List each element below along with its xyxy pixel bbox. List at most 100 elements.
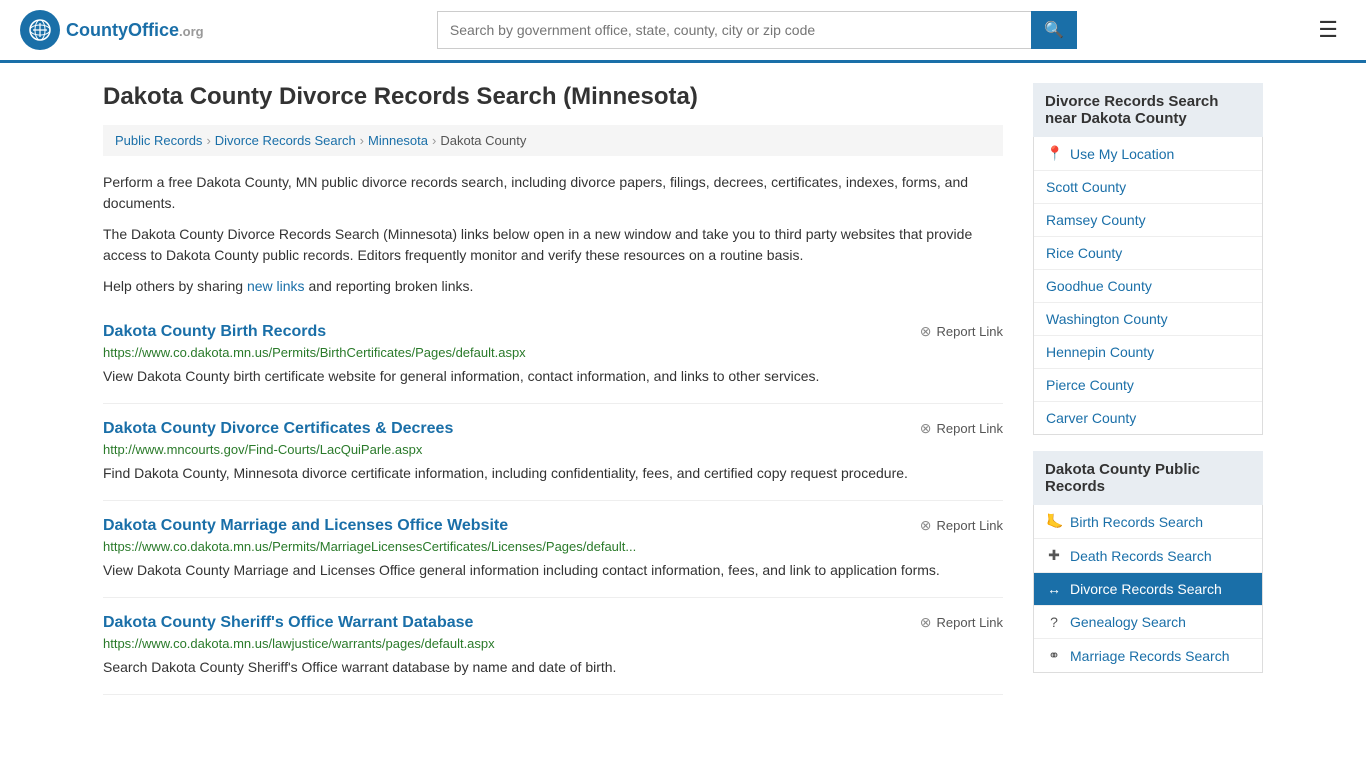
report-icon: ⊗ (920, 614, 932, 631)
result-desc: View Dakota County birth certificate web… (103, 366, 1003, 387)
rice-county-link[interactable]: Rice County (1034, 237, 1262, 269)
public-record-icon: ↔ (1046, 581, 1062, 597)
sidebar: Divorce Records Search near Dakota Count… (1033, 83, 1263, 695)
goodhue-county-link[interactable]: Goodhue County (1034, 270, 1262, 302)
result-url: https://www.co.dakota.mn.us/Permits/Birt… (103, 345, 1003, 360)
result-header: Dakota County Divorce Certificates & Dec… (103, 420, 1003, 438)
report-icon: ⊗ (920, 323, 932, 340)
result-title[interactable]: Dakota County Divorce Certificates & Dec… (103, 420, 453, 438)
goodhue-county-label: Goodhue County (1046, 278, 1152, 294)
result-card: Dakota County Sheriff's Office Warrant D… (103, 598, 1003, 695)
carver-county-label: Carver County (1046, 410, 1136, 426)
public-record-item[interactable]: ⚭Marriage Records Search (1034, 639, 1262, 672)
public-record-link[interactable]: ✚ Death Records Search (1034, 539, 1262, 572)
pierce-county-link[interactable]: Pierce County (1034, 369, 1262, 401)
breadcrumb-divorce-records[interactable]: Divorce Records Search (215, 133, 356, 148)
main-container: Dakota County Divorce Records Search (Mi… (83, 63, 1283, 715)
scott-county-item[interactable]: Scott County (1034, 171, 1262, 204)
public-record-label: Death Records Search (1070, 548, 1212, 564)
public-record-label: Genealogy Search (1070, 614, 1186, 630)
public-record-link[interactable]: ⚭Marriage Records Search (1034, 639, 1262, 672)
result-title[interactable]: Dakota County Birth Records (103, 323, 326, 341)
public-record-item[interactable]: ↔ Divorce Records Search (1034, 573, 1262, 606)
public-record-item[interactable]: ?Genealogy Search (1034, 606, 1262, 639)
search-input[interactable] (437, 11, 1031, 49)
search-button[interactable]: 🔍 (1031, 11, 1077, 49)
public-record-icon: ⚭ (1046, 647, 1062, 664)
use-my-location-link[interactable]: 📍 Use My Location (1034, 137, 1262, 170)
goodhue-county-item[interactable]: Goodhue County (1034, 270, 1262, 303)
public-record-item[interactable]: ✚ Death Records Search (1034, 539, 1262, 573)
description-1: Perform a free Dakota County, MN public … (103, 172, 1003, 214)
ramsey-county-item[interactable]: Ramsey County (1034, 204, 1262, 237)
result-header: Dakota County Marriage and Licenses Offi… (103, 517, 1003, 535)
public-record-label: Birth Records Search (1070, 514, 1203, 530)
public-record-icon: ✚ (1046, 547, 1062, 564)
report-icon: ⊗ (920, 517, 932, 534)
breadcrumb-public-records[interactable]: Public Records (115, 133, 202, 148)
use-my-location-item[interactable]: 📍 Use My Location (1034, 137, 1262, 171)
public-record-link[interactable]: ?Genealogy Search (1034, 606, 1262, 638)
description-3: Help others by sharing new links and rep… (103, 276, 1003, 297)
ramsey-county-label: Ramsey County (1046, 212, 1146, 228)
washington-county-label: Washington County (1046, 311, 1168, 327)
public-records-header: Dakota County Public Records (1033, 451, 1263, 505)
report-link-label: Report Link (937, 518, 1003, 533)
hennepin-county-link[interactable]: Hennepin County (1034, 336, 1262, 368)
search-area: 🔍 (437, 11, 1077, 49)
result-header: Dakota County Sheriff's Office Warrant D… (103, 614, 1003, 632)
result-url: http://www.mncourts.gov/Find-Courts/LacQ… (103, 442, 1003, 457)
report-link-button[interactable]: ⊗ Report Link (920, 517, 1003, 534)
public-record-link[interactable]: ↔ Divorce Records Search (1034, 573, 1262, 605)
public-record-icon: 🦶 (1046, 513, 1062, 530)
breadcrumb-minnesota[interactable]: Minnesota (368, 133, 428, 148)
scott-county-link[interactable]: Scott County (1034, 171, 1262, 203)
result-desc: Search Dakota County Sheriff's Office wa… (103, 657, 1003, 678)
scott-county-label: Scott County (1046, 179, 1126, 195)
logo-area: CountyOffice.org (20, 10, 204, 50)
logo-text: CountyOffice.org (66, 20, 204, 41)
pierce-county-label: Pierce County (1046, 377, 1134, 393)
washington-county-item[interactable]: Washington County (1034, 303, 1262, 336)
result-desc: Find Dakota County, Minnesota divorce ce… (103, 463, 1003, 484)
report-link-button[interactable]: ⊗ Report Link (920, 614, 1003, 631)
rice-county-label: Rice County (1046, 245, 1122, 261)
public-records-list: 🦶 Birth Records Search ✚ Death Records Sear… (1033, 505, 1263, 673)
carver-county-link[interactable]: Carver County (1034, 402, 1262, 434)
public-record-label: Divorce Records Search (1070, 581, 1222, 597)
nearby-list: 📍 Use My Location Scott County Ramsey Co… (1033, 137, 1263, 435)
washington-county-link[interactable]: Washington County (1034, 303, 1262, 335)
description-2: The Dakota County Divorce Records Search… (103, 224, 1003, 266)
breadcrumb: Public Records › Divorce Records Search … (103, 125, 1003, 156)
rice-county-item[interactable]: Rice County (1034, 237, 1262, 270)
result-card: Dakota County Birth Records ⊗ Report Lin… (103, 307, 1003, 404)
result-card: Dakota County Marriage and Licenses Offi… (103, 501, 1003, 598)
public-records-section: Dakota County Public Records 🦶 Birth Reco… (1033, 451, 1263, 673)
result-title[interactable]: Dakota County Marriage and Licenses Offi… (103, 517, 508, 535)
content-area: Dakota County Divorce Records Search (Mi… (103, 83, 1003, 695)
hennepin-county-item[interactable]: Hennepin County (1034, 336, 1262, 369)
pierce-county-item[interactable]: Pierce County (1034, 369, 1262, 402)
public-record-link[interactable]: 🦶 Birth Records Search (1034, 505, 1262, 538)
ramsey-county-link[interactable]: Ramsey County (1034, 204, 1262, 236)
result-card: Dakota County Divorce Certificates & Dec… (103, 404, 1003, 501)
carver-county-item[interactable]: Carver County (1034, 402, 1262, 434)
report-link-label: Report Link (937, 324, 1003, 339)
result-header: Dakota County Birth Records ⊗ Report Lin… (103, 323, 1003, 341)
use-my-location-label: Use My Location (1070, 146, 1174, 162)
results-container: Dakota County Birth Records ⊗ Report Lin… (103, 307, 1003, 695)
menu-button[interactable]: ☰ (1310, 13, 1346, 47)
report-link-label: Report Link (937, 615, 1003, 630)
result-url: https://www.co.dakota.mn.us/Permits/Marr… (103, 539, 1003, 554)
report-link-button[interactable]: ⊗ Report Link (920, 420, 1003, 437)
report-link-button[interactable]: ⊗ Report Link (920, 323, 1003, 340)
hennepin-county-label: Hennepin County (1046, 344, 1154, 360)
location-icon: 📍 (1046, 145, 1062, 162)
logo-icon (20, 10, 60, 50)
report-link-label: Report Link (937, 421, 1003, 436)
new-links-link[interactable]: new links (247, 278, 305, 294)
nearby-section: Divorce Records Search near Dakota Count… (1033, 83, 1263, 435)
result-title[interactable]: Dakota County Sheriff's Office Warrant D… (103, 614, 473, 632)
result-desc: View Dakota County Marriage and Licenses… (103, 560, 1003, 581)
public-record-item[interactable]: 🦶 Birth Records Search (1034, 505, 1262, 539)
